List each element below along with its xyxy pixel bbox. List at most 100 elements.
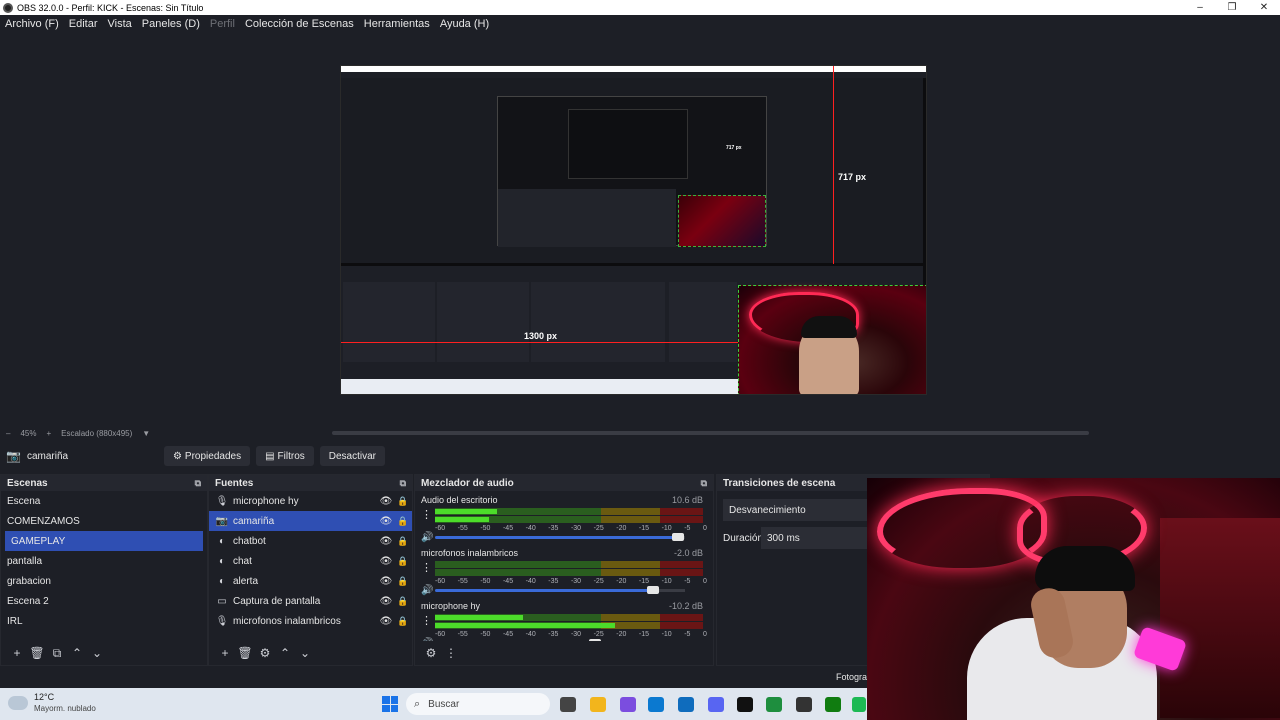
source-item-selected[interactable]: 📷 camariña 👁 🔒 bbox=[209, 511, 412, 531]
eye-icon[interactable]: 👁 bbox=[378, 536, 394, 547]
lock-icon[interactable]: 🔒 bbox=[394, 556, 412, 567]
scene-filters-button[interactable]: ⧉ bbox=[47, 646, 67, 661]
undock-icon[interactable]: ⧉ bbox=[400, 478, 406, 489]
move-scene-down-button[interactable]: ⌄ bbox=[87, 646, 107, 660]
mic-icon: 🎙 bbox=[215, 495, 229, 507]
move-scene-up-button[interactable]: ⌃ bbox=[67, 646, 87, 660]
scene-item-selected[interactable]: GAMEPLAY bbox=[5, 531, 203, 551]
remove-scene-button[interactable]: 🗑 bbox=[27, 646, 47, 660]
minimize-button[interactable]: – bbox=[1184, 2, 1216, 13]
source-item[interactable]: 🎙 microfonos inalambricos 👁 🔒 bbox=[209, 611, 412, 631]
volume-slider[interactable] bbox=[435, 589, 653, 592]
selected-camera-source[interactable] bbox=[738, 285, 926, 394]
source-item[interactable]: ◐ alerta 👁 🔒 bbox=[209, 571, 412, 591]
eye-icon[interactable]: 👁 bbox=[378, 556, 394, 567]
eye-icon[interactable]: 👁 bbox=[378, 596, 394, 607]
maximize-button[interactable]: ❐ bbox=[1216, 2, 1248, 13]
menu-herramientas[interactable]: Herramientas bbox=[364, 18, 430, 30]
scene-item[interactable]: COMENZAMOS bbox=[1, 511, 207, 531]
lock-icon[interactable]: 🔒 bbox=[394, 616, 412, 627]
store-icon[interactable] bbox=[678, 697, 694, 712]
eye-icon[interactable]: 👁 bbox=[378, 616, 394, 627]
mixer-channels: Audio del escritorio 10.6 dB ⋮ -60 -55 -50 -45… bbox=[415, 491, 713, 641]
chrome-icon[interactable] bbox=[766, 697, 782, 712]
level-meter bbox=[435, 569, 703, 576]
preview-canvas[interactable]: 717 px 717 px 1300 px bbox=[340, 65, 927, 395]
source-item[interactable]: 🎙 microphone hy 👁 🔒 bbox=[209, 491, 412, 511]
copilot-icon[interactable] bbox=[620, 697, 636, 712]
spotify-icon[interactable] bbox=[852, 697, 866, 712]
undock-icon[interactable]: ⧉ bbox=[701, 478, 707, 489]
undock-icon[interactable]: ⧉ bbox=[195, 478, 201, 489]
source-label: chatbot bbox=[233, 535, 266, 547]
add-scene-button[interactable]: + bbox=[7, 646, 27, 660]
edge-icon[interactable] bbox=[648, 697, 664, 712]
scene-list: Escena COMENZAMOS GAMEPLAY pantalla grab… bbox=[1, 491, 207, 641]
eye-icon[interactable]: 👁 bbox=[378, 576, 394, 587]
discord-icon[interactable] bbox=[708, 697, 724, 712]
lock-icon[interactable]: 🔒 bbox=[394, 596, 412, 607]
task-view-icon[interactable] bbox=[560, 697, 576, 712]
channel-menu-icon[interactable]: ⋮ bbox=[421, 614, 432, 627]
source-item[interactable]: ◐ chat 👁 🔒 bbox=[209, 551, 412, 571]
move-source-down-button[interactable]: ⌄ bbox=[295, 646, 315, 660]
weather-widget[interactable]: 12°C Mayorm. nublado bbox=[8, 692, 96, 714]
source-item[interactable]: ▭ Captura de pantalla 👁 🔒 bbox=[209, 591, 412, 611]
remove-source-button[interactable]: 🗑 bbox=[235, 646, 255, 660]
volume-slider-knob[interactable] bbox=[647, 586, 659, 594]
windows-start-icon[interactable] bbox=[382, 696, 398, 712]
partial-label: Fotogra bbox=[836, 672, 868, 682]
scale-mode-dropdown-icon[interactable]: ▼ bbox=[142, 429, 150, 438]
taskbar-search[interactable]: ⌕ Buscar bbox=[406, 693, 550, 715]
zoom-out-button[interactable]: – bbox=[6, 429, 10, 438]
eye-icon[interactable]: 👁 bbox=[378, 516, 394, 527]
gear-icon: ⚙ bbox=[172, 450, 182, 462]
menu-paneles[interactable]: Paneles (D) bbox=[142, 18, 200, 30]
sources-dock-footer: + 🗑 ⚙ ⌃ ⌄ bbox=[209, 641, 412, 665]
scene-item[interactable]: grabacion bbox=[1, 571, 207, 591]
add-source-button[interactable]: + bbox=[215, 646, 235, 660]
scene-item[interactable]: IRL bbox=[1, 611, 207, 631]
menu-vista[interactable]: Vista bbox=[108, 18, 132, 30]
menu-editar[interactable]: Editar bbox=[69, 18, 98, 30]
menu-ayuda[interactable]: Ayuda (H) bbox=[440, 18, 489, 30]
file-explorer-icon[interactable] bbox=[590, 697, 606, 712]
preview-area[interactable]: 717 px 717 px 1300 px bbox=[0, 33, 1280, 426]
scene-item[interactable]: Escena 2 bbox=[1, 591, 207, 611]
properties-button[interactable]: ⚙ Propiedades bbox=[163, 446, 251, 466]
lock-icon[interactable]: 🔒 bbox=[394, 576, 412, 587]
menu-coleccion-escenas[interactable]: Colección de Escenas bbox=[245, 18, 354, 30]
browser-icon: ◐ bbox=[218, 535, 226, 547]
channel-menu-icon[interactable]: ⋮ bbox=[421, 508, 432, 521]
nested-preview: 717 px bbox=[341, 78, 923, 263]
advanced-audio-gear-icon[interactable]: ⚙ bbox=[421, 646, 441, 660]
lock-icon[interactable]: 🔒 bbox=[394, 536, 412, 547]
xbox-icon[interactable] bbox=[825, 697, 841, 712]
menu-archivo[interactable]: Archivo (F) bbox=[5, 18, 59, 30]
scale-mode-label[interactable]: Escalado (880x495) bbox=[61, 429, 132, 438]
channel-menu-icon[interactable]: ⋮ bbox=[421, 561, 432, 574]
volume-icon[interactable]: 🔊 bbox=[421, 532, 433, 543]
volume-icon[interactable]: 🔊 bbox=[421, 585, 433, 596]
eye-icon[interactable]: 👁 bbox=[378, 496, 394, 507]
level-meter bbox=[435, 516, 703, 523]
zoom-in-button[interactable]: + bbox=[46, 429, 51, 438]
lock-icon[interactable]: 🔒 bbox=[394, 496, 412, 507]
source-properties-button[interactable]: ⚙ bbox=[255, 646, 275, 660]
preview-horizontal-scrollbar[interactable] bbox=[332, 431, 1089, 435]
volume-slider[interactable] bbox=[435, 536, 678, 539]
volume-slider-knob[interactable] bbox=[672, 533, 684, 541]
mixer-menu-icon[interactable]: ⋮ bbox=[441, 646, 461, 660]
move-source-up-button[interactable]: ⌃ bbox=[275, 646, 295, 660]
lock-icon[interactable]: 🔒 bbox=[394, 516, 412, 527]
filters-button[interactable]: ▤ Filtros bbox=[256, 446, 314, 466]
source-item[interactable]: ◐ chatbot 👁 🔒 bbox=[209, 531, 412, 551]
meter-scale-tick: -40 bbox=[525, 525, 536, 532]
scene-item[interactable]: pantalla bbox=[1, 551, 207, 571]
close-button[interactable]: ✕ bbox=[1248, 2, 1280, 13]
obs-taskbar-icon[interactable] bbox=[796, 697, 812, 712]
scene-item[interactable]: Escena bbox=[1, 491, 207, 511]
duration-input[interactable]: 300 ms bbox=[761, 527, 871, 549]
tiktok-icon[interactable] bbox=[737, 697, 753, 712]
deactivate-button[interactable]: Desactivar bbox=[319, 446, 386, 466]
